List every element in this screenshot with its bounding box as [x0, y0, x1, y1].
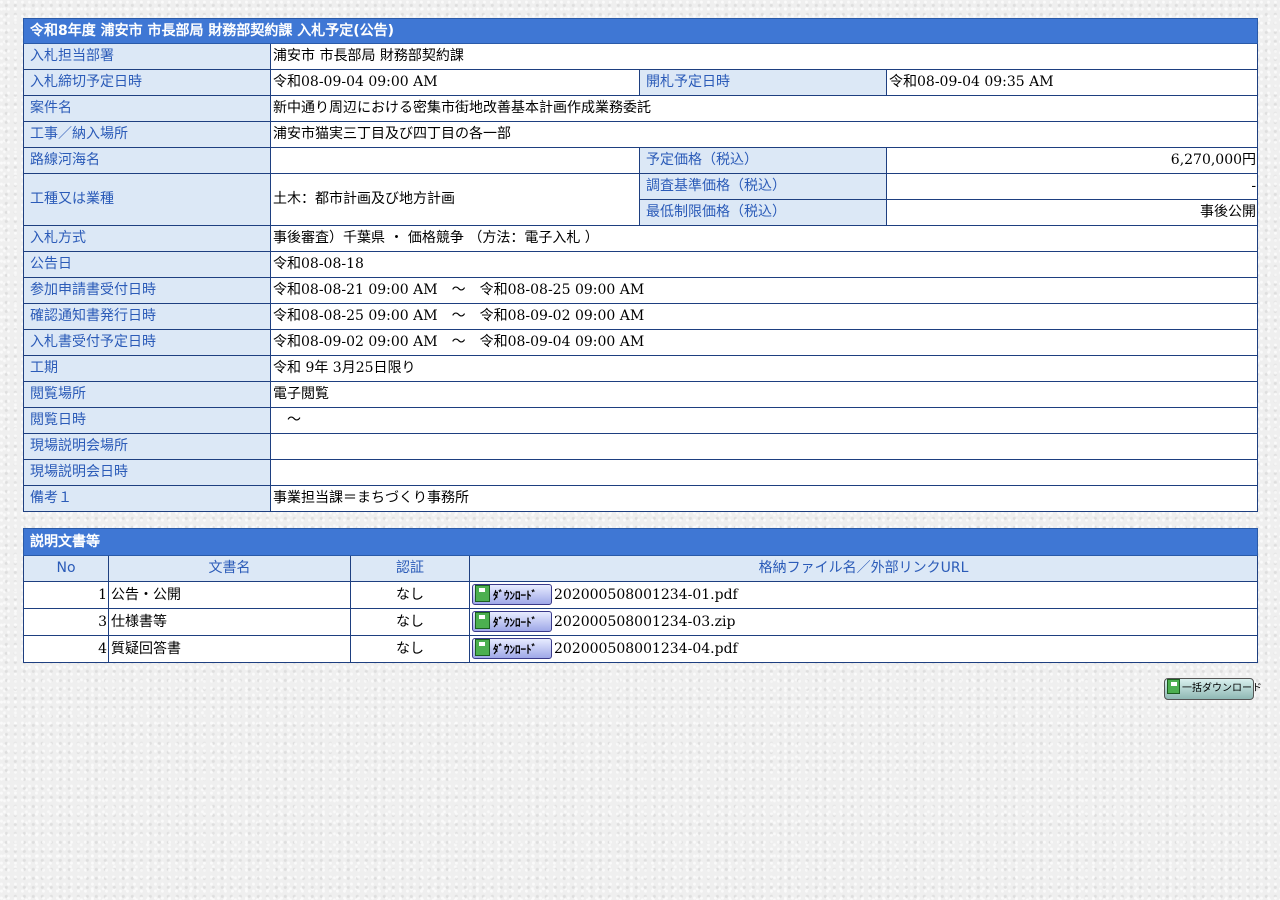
site-date-value — [269, 459, 1259, 486]
view-date-label: 閲覧日時 — [23, 407, 271, 434]
apply-value: 令和08-08-21 09:00 AM ～ 令和08-08-25 09:00 A… — [269, 277, 1259, 304]
doc-file-name: 202000508001234-03.zip — [554, 613, 736, 630]
note-label: 備考１ — [23, 485, 271, 512]
floppy-disk-icon — [475, 612, 490, 629]
table-row: 4 質疑回答書 なし ﾀﾞｳﾝﾛｰﾄﾞ 202000508001234-04.pd… — [23, 635, 1258, 663]
table-row: 1 公告・公開 なし ﾀﾞｳﾝﾛｰﾄﾞ 202000508001234-01.pd… — [23, 581, 1258, 609]
apply-label: 参加申請書受付日時 — [23, 277, 271, 304]
dept-label: 入札担当部署 — [23, 43, 271, 70]
opening-value: 令和08-09-04 09:35 AM — [885, 69, 1259, 96]
download-button[interactable]: ﾀﾞｳﾝﾛｰﾄﾞ — [472, 611, 552, 632]
note-value: 事業担当課＝まちづくり事務所 — [269, 485, 1259, 512]
download-label: ﾀﾞｳﾝﾛｰﾄﾞ — [493, 643, 537, 656]
period-label: 工期 — [23, 355, 271, 382]
table-row: 3 仕様書等 なし ﾀﾞｳﾝﾛｰﾄﾞ 202000508001234-03.zip — [23, 608, 1258, 636]
route-value — [270, 147, 640, 174]
doc-auth: なし — [350, 608, 470, 636]
doc-name: 質疑回答書 — [108, 635, 351, 663]
period-value: 令和 9年 3月25日限り — [269, 355, 1259, 382]
doc-auth: なし — [350, 635, 470, 663]
type-value: 土木：都市計画及び地方計画 — [270, 173, 640, 226]
floppy-disk-icon — [475, 585, 490, 602]
doc-file-cell: ﾀﾞｳﾝﾛｰﾄﾞ 202000508001234-04.pdf — [469, 635, 1258, 663]
page-content: 令和8年度 浦安市 市長部局 財務部契約課 入札予定(公告) 入札担当部署 浦安… — [22, 18, 1259, 663]
site-place-value — [269, 433, 1259, 460]
case-value: 新中通り周辺における密集市街地改善基本計画作成業務委託 — [269, 95, 1259, 122]
site-date-label: 現場説明会日時 — [23, 459, 271, 486]
site-place-label: 現場説明会場所 — [23, 433, 271, 460]
bulk-download-button[interactable]: 一括ダウンロード — [1164, 678, 1262, 700]
place-label: 工事／納入場所 — [23, 121, 271, 148]
route-label: 路線河海名 — [23, 147, 271, 174]
notice-value: 令和08-08-18 — [269, 251, 1259, 278]
view-place-label: 閲覧場所 — [23, 381, 271, 408]
dept-value: 浦安市 市長部局 財務部契約課 — [269, 43, 1259, 70]
documents-table: 説明文書等 No 文書名 認証 格納ファイル名／外部リンクURL 1 公告・公開… — [23, 528, 1258, 663]
bid-receive-value: 令和08-09-02 09:00 AM ～ 令和08-09-04 09:00 A… — [269, 329, 1259, 356]
confirm-value: 令和08-08-25 09:00 AM ～ 令和08-09-02 09:00 A… — [269, 303, 1259, 330]
doc-auth: なし — [350, 581, 470, 609]
bid-info-table: 令和8年度 浦安市 市長部局 財務部契約課 入札予定(公告) 入札担当部署 浦安… — [22, 18, 1259, 512]
doc-file-cell: ﾀﾞｳﾝﾛｰﾄﾞ 202000508001234-01.pdf — [469, 581, 1258, 609]
doc-no: 3 — [23, 608, 109, 636]
header-no: No — [23, 555, 109, 582]
bid-receive-label: 入札書受付予定日時 — [23, 329, 271, 356]
doc-file-cell: ﾀﾞｳﾝﾛｰﾄﾞ 202000508001234-03.zip — [469, 608, 1258, 636]
header-doc-name: 文書名 — [108, 555, 351, 582]
doc-name: 公告・公開 — [108, 581, 351, 609]
bid-info-title: 令和8年度 浦安市 市長部局 財務部契約課 入札予定(公告) — [22, 18, 1259, 44]
download-label: ﾀﾞｳﾝﾛｰﾄﾞ — [493, 616, 537, 629]
type-label: 工種又は業種 — [23, 173, 271, 226]
budget-value: 6,270,000円 — [885, 147, 1259, 174]
doc-no: 4 — [23, 635, 109, 663]
min-price-label: 最低制限価格（税込） — [639, 199, 887, 226]
method-label: 入札方式 — [23, 225, 271, 252]
download-label: ﾀﾞｳﾝﾛｰﾄﾞ — [493, 589, 537, 602]
deadline-label: 入札締切予定日時 — [23, 69, 271, 96]
notice-label: 公告日 — [23, 251, 271, 278]
download-button[interactable]: ﾀﾞｳﾝﾛｰﾄﾞ — [472, 584, 552, 605]
documents-title: 説明文書等 — [23, 528, 1258, 556]
survey-label: 調査基準価格（税込） — [639, 173, 887, 200]
view-date-value: ～ — [269, 407, 1259, 434]
floppy-disk-icon — [475, 639, 490, 656]
opening-label: 開札予定日時 — [639, 69, 887, 96]
place-value: 浦安市猫実三丁目及び四丁目の各一部 — [269, 121, 1259, 148]
confirm-label: 確認通知書発行日時 — [23, 303, 271, 330]
budget-label: 予定価格（税込） — [639, 147, 887, 174]
header-file: 格納ファイル名／外部リンクURL — [469, 555, 1258, 582]
doc-file-name: 202000508001234-01.pdf — [554, 586, 738, 603]
doc-no: 1 — [23, 581, 109, 609]
method-value: 事後審査）千葉県 ・ 価格競争 （方法：電子入札 ） — [269, 225, 1259, 252]
header-auth: 認証 — [350, 555, 470, 582]
bulk-download-label: 一括ダウンロード — [1182, 683, 1262, 694]
doc-name: 仕様書等 — [108, 608, 351, 636]
download-button[interactable]: ﾀﾞｳﾝﾛｰﾄﾞ — [472, 638, 552, 659]
survey-value: - — [885, 173, 1259, 200]
deadline-value: 令和08-09-04 09:00 AM — [270, 69, 640, 96]
min-price-value: 事後公開 — [885, 199, 1259, 226]
view-place-value: 電子閲覧 — [269, 381, 1259, 408]
doc-file-name: 202000508001234-04.pdf — [554, 640, 738, 657]
floppy-disk-icon — [1167, 679, 1180, 694]
case-label: 案件名 — [23, 95, 271, 122]
